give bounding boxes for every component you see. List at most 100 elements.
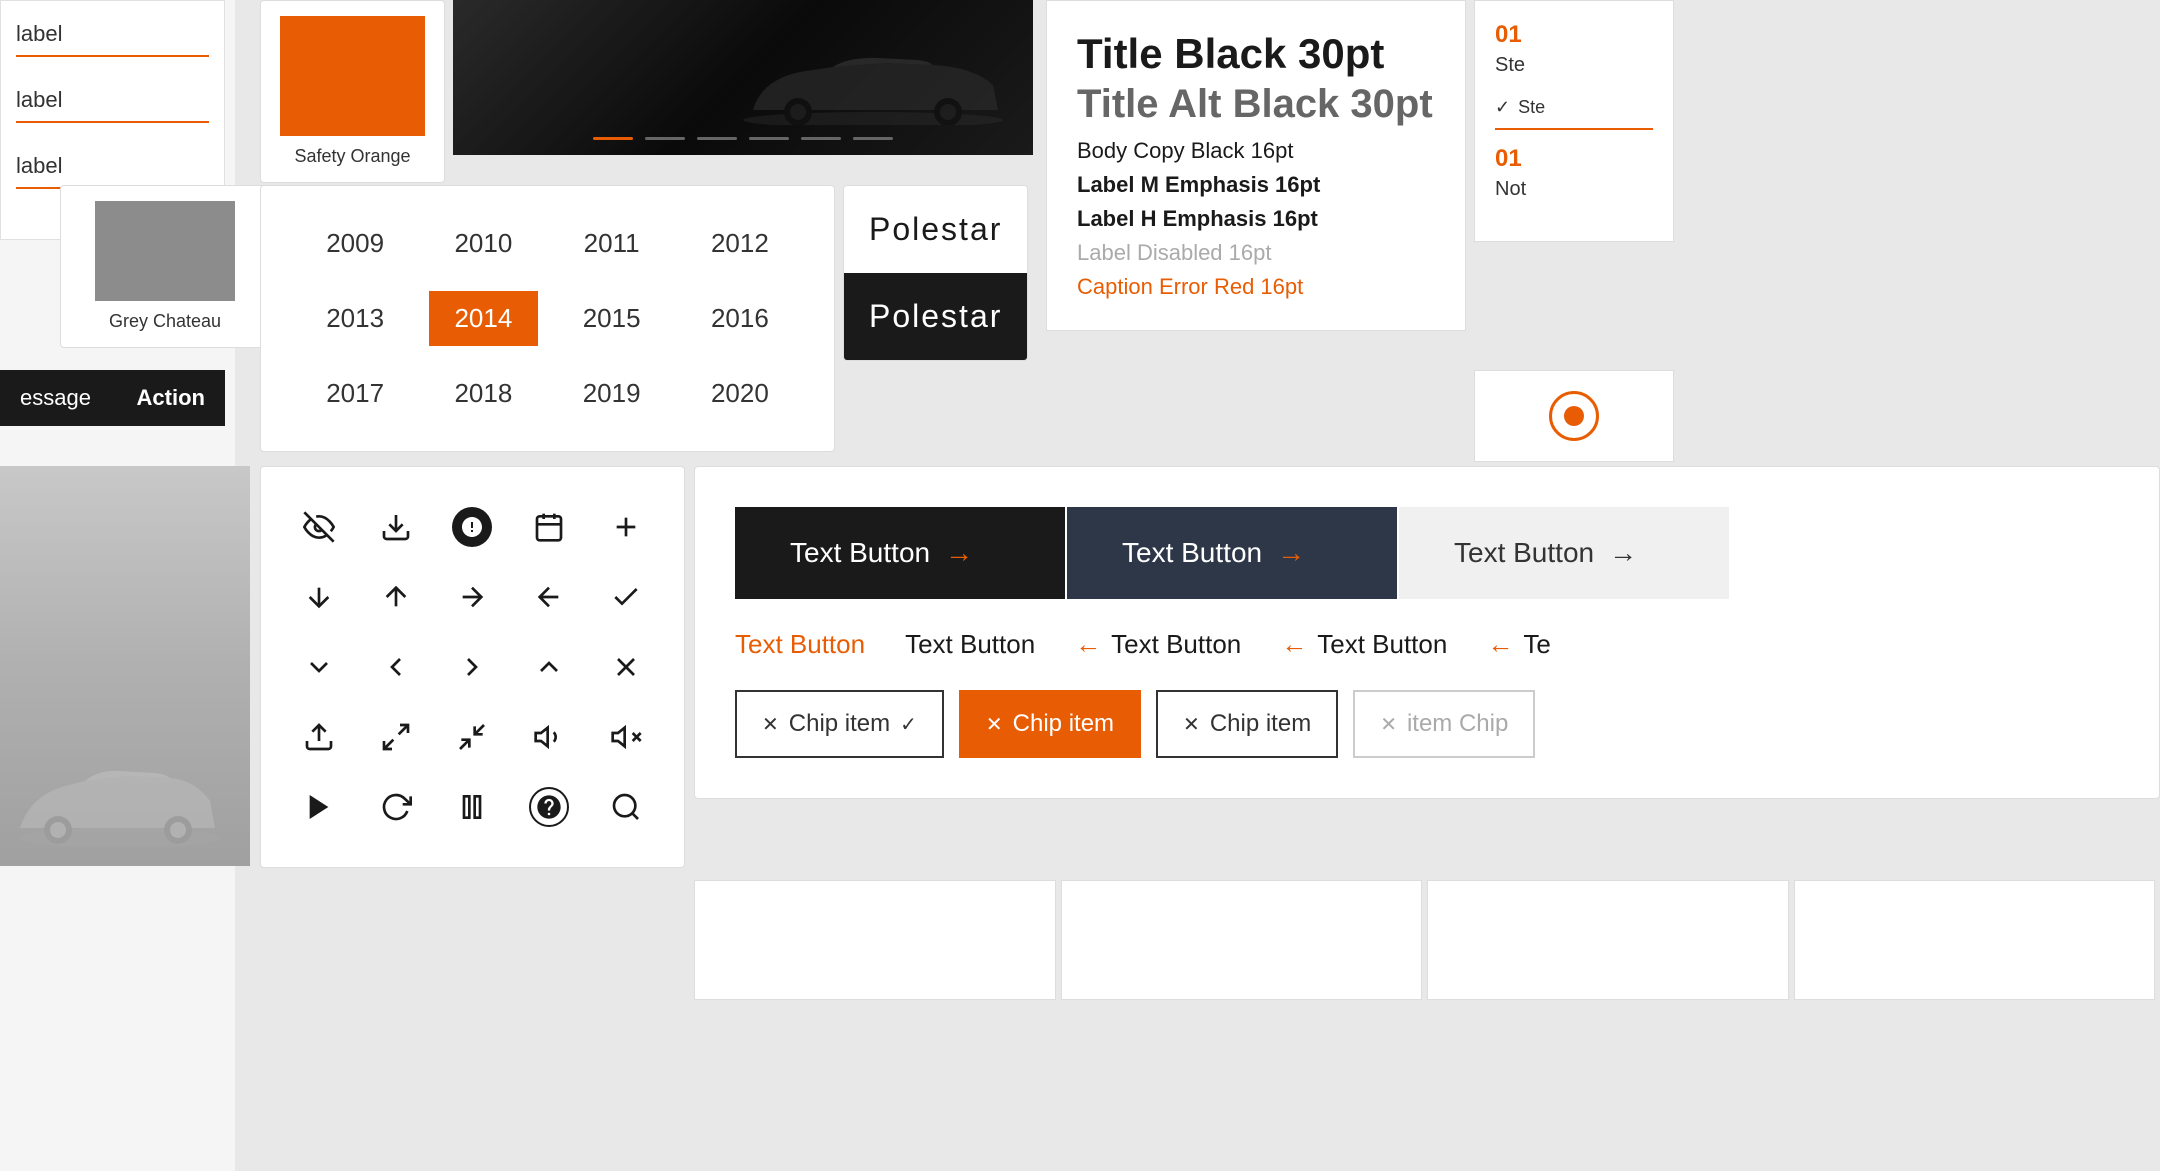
orange-swatch-label: Safety Orange (276, 146, 429, 167)
primary-button-1[interactable]: Text Button → (735, 507, 1065, 599)
chip-1[interactable]: ✕ Chip item ✓ (735, 690, 944, 758)
chevron-up-icon (529, 647, 569, 687)
radio-panel (1474, 370, 1674, 462)
radio-inner (1564, 406, 1584, 426)
arrow-right-btn3: → (1609, 537, 1637, 569)
chip1-check-icon: ✓ (900, 712, 917, 737)
upload-icon (299, 717, 339, 757)
year-2010[interactable]: 2010 (429, 216, 537, 271)
bottom-card-3 (1427, 880, 1789, 1000)
text-btn-black-label: Text Button (905, 629, 1035, 659)
year-2009[interactable]: 2009 (301, 216, 409, 271)
year-2014[interactable]: 2014 (429, 291, 537, 346)
chip3-label: Chip item (1210, 710, 1311, 738)
step2-number: 01 (1495, 145, 1653, 173)
year-2017[interactable]: 2017 (301, 366, 409, 421)
label-1: label (16, 21, 209, 57)
arrow-right-btn2: → (1277, 537, 1305, 569)
text-button-black[interactable]: Text Button (905, 629, 1035, 660)
expand-icon (376, 717, 416, 757)
year-2015[interactable]: 2015 (558, 291, 666, 346)
chip4-close-icon: ✕ (1380, 712, 1397, 737)
chip-2[interactable]: ✕ Chip item (959, 690, 1141, 758)
primary-button-3[interactable]: Text Button → (1399, 507, 1729, 599)
typo-label-disabled: Label Disabled 16pt (1077, 240, 1435, 266)
polestar-black-bg: Polestar (844, 273, 1027, 360)
arrow-right-btn1: → (945, 537, 973, 569)
volume-icon (529, 717, 569, 757)
icons-panel (260, 466, 685, 868)
indicator-dot-2[interactable] (697, 137, 737, 140)
polestar-white-text: Polestar (869, 211, 1002, 248)
polestar-black-text: Polestar (869, 298, 1002, 335)
year-2016[interactable]: 2016 (686, 291, 794, 346)
arrow-up-icon (376, 577, 416, 617)
bottom-card-1 (694, 880, 1056, 1000)
typo-body: Body Copy Black 16pt (1077, 138, 1435, 164)
eye-slash-icon (299, 507, 339, 547)
chip4-label: item Chip (1407, 710, 1508, 738)
close-icon (606, 647, 646, 687)
plus-icon (606, 507, 646, 547)
buttons-panel: Text Button → Text Button → Text Button … (694, 466, 2160, 799)
orange-swatch (280, 16, 425, 136)
indicator-dot-1[interactable] (645, 137, 685, 140)
text-button-arrow-left-1[interactable]: ← Text Button (1075, 629, 1241, 660)
chip2-label: Chip item (1013, 710, 1114, 738)
chip1-label: Chip item (789, 710, 890, 738)
text-button-orange[interactable]: Text Button (735, 629, 865, 660)
indicator-dot-5[interactable] (853, 137, 893, 140)
arrow-left-icon (529, 577, 569, 617)
step-divider (1495, 128, 1653, 130)
bottom-cards-row (694, 880, 2160, 1000)
indicator-dot-3[interactable] (749, 137, 789, 140)
chip3-close-icon: ✕ (1183, 712, 1200, 737)
pause-icon (452, 787, 492, 827)
primary-btn3-label: Text Button (1454, 537, 1594, 569)
typo-caption-error: Caption Error Red 16pt (1077, 274, 1435, 300)
chevron-left-icon (376, 647, 416, 687)
chip-3[interactable]: ✕ Chip item (1156, 690, 1338, 758)
chips-row: ✕ Chip item ✓ ✕ Chip item ✕ Chip item ✕ … (735, 690, 2119, 758)
indicator-dot-4[interactable] (801, 137, 841, 140)
typo-title-black: Title Black 30pt (1077, 31, 1435, 77)
typography-panel: Title Black 30pt Title Alt Black 30pt Bo… (1046, 0, 1466, 331)
snackbar-action[interactable]: Action (137, 385, 205, 411)
typo-title-alt: Title Alt Black 30pt (1077, 82, 1435, 126)
chevron-down-icon (299, 647, 339, 687)
year-2018[interactable]: 2018 (429, 366, 537, 421)
year-picker-panel: 2009 2010 2011 2012 2013 2014 2015 2016 … (260, 185, 835, 452)
year-2013[interactable]: 2013 (301, 291, 409, 346)
step1-number: 01 (1495, 21, 1653, 49)
radio-button[interactable] (1549, 391, 1599, 441)
indicator-dot-active[interactable] (593, 137, 633, 140)
chevron-right-icon (452, 647, 492, 687)
calendar-icon (529, 507, 569, 547)
check-icon: ✓ (1495, 97, 1510, 118)
text-button-arrow-left-3[interactable]: ← Te (1487, 629, 1550, 660)
year-2019[interactable]: 2019 (558, 366, 666, 421)
arrow-right-icon (452, 577, 492, 617)
year-2020[interactable]: 2020 (686, 366, 794, 421)
search-icon (606, 787, 646, 827)
primary-btn1-label: Text Button (790, 537, 930, 569)
mute-icon (606, 717, 646, 757)
snackbar: essage Action (0, 370, 225, 426)
text-btn-arrow1-label: Text Button (1111, 629, 1241, 660)
primary-button-2[interactable]: Text Button → (1067, 507, 1397, 599)
step2-note-label: Not (1495, 178, 1653, 201)
step2-label: Ste (1518, 97, 1545, 118)
arrow-left-icon-btn3: ← (1487, 629, 1513, 660)
text-buttons-row: Text Button Text Button ← Text Button ← … (735, 629, 2119, 660)
arrow-left-icon-btn2: ← (1281, 629, 1307, 660)
text-button-arrow-left-2[interactable]: ← Text Button (1281, 629, 1447, 660)
question-icon (529, 787, 569, 827)
orange-swatch-panel: Safety Orange (260, 0, 445, 183)
label-3: label (16, 153, 209, 189)
primary-btn2-label: Text Button (1122, 537, 1262, 569)
year-2011[interactable]: 2011 (558, 216, 666, 271)
bottom-card-4 (1794, 880, 2156, 1000)
download-icon (376, 507, 416, 547)
year-2012[interactable]: 2012 (686, 216, 794, 271)
chip2-close-icon: ✕ (986, 712, 1003, 737)
